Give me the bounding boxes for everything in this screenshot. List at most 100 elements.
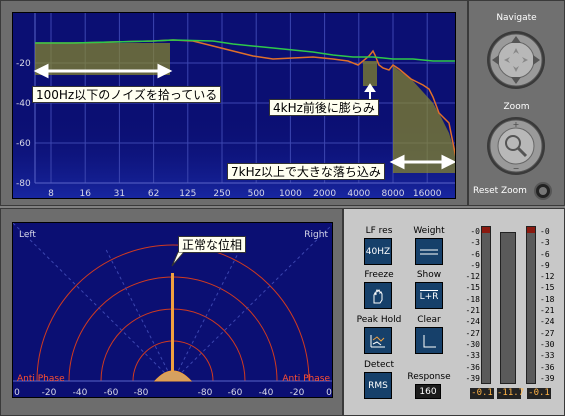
- meter-scale-label: -36: [465, 362, 480, 372]
- anti-phase-left-label: Anti Phase: [17, 374, 65, 384]
- detect-button[interactable]: RMS: [364, 372, 392, 399]
- phase-scope: Left Right Anti Phase Anti Phase 0 -20 -40…: [13, 223, 332, 398]
- meter-scale-label: -33: [465, 351, 480, 361]
- meter-scale-label: -15: [465, 283, 480, 293]
- meter-scale-label: -3: [470, 238, 480, 248]
- phase-callout: 正常な位相: [178, 236, 247, 253]
- phase-x-tick: -40: [73, 388, 88, 398]
- phase-x-tick: -40: [259, 388, 274, 398]
- y-tick-label: -20: [16, 59, 31, 69]
- meter-scale-label: -0: [540, 227, 550, 236]
- phase-left-label: Left: [19, 230, 36, 240]
- drop-callout: 7kHz以上で大きな落ち込み: [227, 163, 385, 180]
- meter-scale-label: -24: [540, 317, 555, 327]
- phase-x-tick: -60: [104, 388, 119, 398]
- phase-display: Left Right Anti Phase Anti Phase 0 -20 -40…: [12, 222, 333, 398]
- meter-scale-label: -12: [465, 272, 480, 282]
- meter-scale-label: -30: [540, 339, 555, 349]
- spectrum-floor-glow: [13, 113, 455, 198]
- x-tick-label: 16: [79, 189, 91, 199]
- meter-scale-label: -3: [540, 238, 550, 248]
- svg-text:−: −: [513, 164, 520, 173]
- phase-x-tick: -80: [134, 388, 149, 398]
- phase-x-tick: -20: [290, 388, 305, 398]
- y-tick-label: -80: [16, 179, 31, 189]
- clear-label: Clear: [417, 315, 441, 325]
- phase-x-tick: -20: [42, 388, 57, 398]
- meter-scale-label: -27: [540, 328, 555, 338]
- left-level-meter: [481, 226, 491, 384]
- zoom-dial[interactable]: + −: [486, 116, 546, 176]
- meter-scale-label: -21: [465, 306, 480, 316]
- show-value: L+R: [419, 289, 439, 302]
- weight-label: Weight: [413, 226, 445, 236]
- meter-scale-label: -9: [470, 260, 480, 270]
- right-peak-readout: -0.1: [527, 388, 551, 399]
- phase-diagonal: [104, 247, 174, 382]
- meter-scale-label: -12: [540, 272, 555, 282]
- y-tick-label: -60: [16, 139, 31, 149]
- meter-scale-label: -6: [470, 249, 480, 259]
- weight-button[interactable]: [415, 238, 443, 265]
- correlation-meter: [500, 232, 516, 384]
- phase-blob: [153, 370, 193, 382]
- phase-x-tick: 0: [14, 388, 20, 398]
- x-tick-label: 250: [213, 189, 230, 199]
- meter-scale-label: -24: [465, 317, 480, 327]
- peak-hold-label: Peak Hold: [356, 315, 402, 325]
- meter-scale-label: -15: [540, 283, 555, 293]
- x-tick-label: 8000: [382, 189, 405, 199]
- hand-icon: [373, 288, 383, 303]
- show-label: Show: [416, 270, 442, 280]
- meter-scale-label: -36: [540, 362, 555, 372]
- meter-scale-label: -30: [465, 339, 480, 349]
- navigate-pad[interactable]: [486, 30, 546, 90]
- peak-hold-icon: [370, 334, 385, 347]
- peak-hold-button[interactable]: [364, 327, 392, 354]
- meter-scale-label: -39: [465, 373, 480, 383]
- x-tick-label: 31: [114, 189, 125, 199]
- clear-button[interactable]: [415, 327, 443, 354]
- meter-scale-label: -33: [540, 351, 555, 361]
- meter-scale-right: -0 -3 -6 -9 -12 -15 -18 -21 -24 -27 -30 -33 -36 -39: [540, 226, 564, 384]
- reset-zoom-label: Reset Zoom: [473, 186, 527, 196]
- meter-scale-label: -9: [540, 260, 550, 270]
- phase-x-tick: -80: [198, 388, 213, 398]
- x-tick-label: 16000: [413, 189, 442, 199]
- lf-res-button[interactable]: 40HZ: [364, 238, 392, 265]
- clear-icon: [423, 334, 436, 347]
- left-peak-readout: -0.1: [470, 388, 494, 399]
- freeze-button[interactable]: [364, 282, 392, 309]
- y-tick-label: -40: [16, 99, 31, 109]
- phase-x-tick: -60: [228, 388, 243, 398]
- correlation-readout: -11.7: [497, 388, 525, 399]
- x-tick-label: 62: [148, 189, 159, 199]
- svg-text:+: +: [513, 120, 520, 129]
- reset-zoom-button[interactable]: [534, 182, 552, 200]
- meter-scale: -0 -3 -6 -9 -12 -15 -18 -21 -24 -27 -30 -33 -36 -39: [456, 226, 480, 384]
- phase-right-label: Right: [304, 230, 328, 240]
- lf-res-label: LF res: [365, 226, 393, 236]
- phase-indicator: [171, 273, 174, 381]
- navigate-label: Navigate: [496, 13, 537, 23]
- meter-scale-label: -27: [465, 328, 480, 338]
- freeze-label: Freeze: [364, 270, 394, 280]
- meter-scale-label: -21: [540, 306, 555, 316]
- meter-scale-label: -0: [470, 227, 480, 236]
- weight-lines-icon: [420, 249, 438, 254]
- meter-scale-label: -18: [540, 294, 555, 304]
- phase-x-tick: 0: [326, 388, 332, 398]
- meter-scale-label: -6: [540, 249, 550, 259]
- x-tick-label: 500: [248, 189, 265, 199]
- x-tick-label: 4000: [347, 189, 370, 199]
- show-button[interactable]: L+R: [415, 282, 443, 309]
- zoom-label: Zoom: [503, 102, 530, 112]
- phase-callout-pointer: [171, 252, 185, 267]
- right-level-meter: [526, 226, 536, 384]
- x-tick-label: 8: [48, 189, 54, 199]
- response-field[interactable]: 160: [415, 384, 441, 399]
- detect-label: Detect: [363, 360, 394, 370]
- bump-region: [363, 61, 377, 86]
- bump-callout: 4kHz前後に膨らみ: [269, 99, 379, 116]
- x-tick-label: 1000: [279, 189, 302, 199]
